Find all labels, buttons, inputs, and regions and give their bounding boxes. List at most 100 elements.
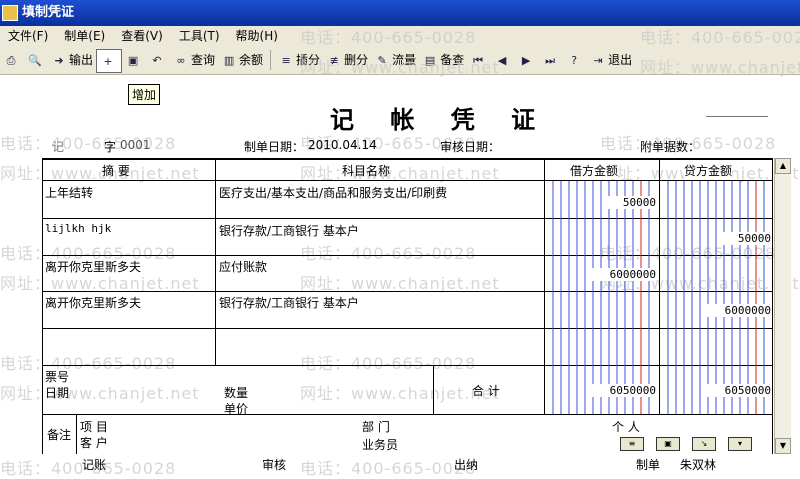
preview-icon: 🔍 (28, 53, 42, 67)
amount-digit-lines (552, 181, 765, 414)
print-button[interactable]: ⎙ (0, 49, 24, 71)
remark-card-button[interactable]: ▣ (656, 437, 680, 451)
menu-tools[interactable]: 工具(T) (171, 26, 228, 46)
binoculars-icon: ∞ (176, 53, 186, 67)
row-debit[interactable]: 6000000 (592, 268, 656, 281)
save-icon: ▣ (127, 53, 139, 67)
preview-button[interactable]: 🔍 (24, 49, 48, 71)
total-credit: 6050000 (707, 384, 771, 397)
balance-button[interactable]: ▥ 余额 (218, 49, 266, 71)
row-credit[interactable]: 50000 (717, 232, 771, 245)
voucher-number-field[interactable]: 0001 (120, 138, 151, 152)
row-account[interactable]: 银行存款/工商银行 基本户 (219, 222, 359, 239)
row-account[interactable]: 银行存款/工商银行 基本户 (219, 294, 359, 311)
remark-icon: ▤ (424, 53, 436, 67)
person-label: 个 人 (612, 420, 640, 434)
credit-header: 贷方金额 (684, 162, 733, 179)
prev-record-button[interactable]: ◀ (491, 49, 515, 71)
project-label: 项 目 (80, 420, 108, 434)
row-summary[interactable]: 离开你克里斯多夫 (45, 294, 141, 311)
remark-label: 备注 (47, 428, 72, 442)
menu-help[interactable]: 帮助(H) (228, 26, 286, 46)
flow-icon: ✎ (377, 53, 387, 67)
customer-label: 客 户 (80, 436, 108, 450)
first-record-button[interactable]: ⏮ (467, 49, 491, 71)
row-summary[interactable]: lijlkh hjk (45, 222, 111, 235)
row-account[interactable]: 应付账款 (219, 258, 267, 275)
date-field[interactable]: 2010.04.14 (308, 138, 377, 152)
ticket-no-label: 票号 (45, 370, 70, 384)
query-label: 查询 (191, 53, 216, 67)
audit-label: 审核 (262, 458, 287, 472)
insert-entry-button[interactable]: ≡ 插分 (275, 49, 323, 71)
remark-label: 备查 (440, 53, 465, 67)
bookkeeping-label: 记账 (82, 458, 107, 472)
row-summary[interactable]: 上年结转 (45, 184, 93, 201)
query-button[interactable]: ∞ 查询 (170, 49, 218, 71)
add-button[interactable]: + (96, 49, 123, 73)
delete-label: 删分 (344, 53, 369, 67)
total-label: 合 计 (472, 384, 500, 398)
flow-label: 流量 (392, 53, 417, 67)
voucher-number-label: 字 (104, 140, 117, 154)
row-account[interactable]: 医疗支出/基本支出/商品和服务支出/印刷费 (219, 184, 447, 201)
add-icon: + (103, 54, 113, 68)
first-icon: ⏮ (473, 53, 484, 67)
window-title: 填制凭证 (22, 5, 75, 20)
menu-file[interactable]: 文件(F) (0, 26, 56, 46)
chevron-down-icon: ▾ (737, 439, 742, 448)
remark-more-button[interactable]: ▾ (728, 437, 752, 451)
date-label: 制单日期： (244, 140, 305, 154)
scroll-up-button[interactable]: ▲ (775, 158, 791, 174)
title-rule (706, 116, 768, 117)
save-button[interactable]: ▣ (122, 49, 146, 71)
undo-button[interactable]: ↶ (146, 49, 170, 71)
cashier-label: 出纳 (454, 458, 479, 472)
next-icon: ▶ (521, 53, 531, 67)
debit-header: 借方金额 (570, 162, 619, 179)
note-icon: ≡ (628, 439, 636, 448)
quantity-label: 数量 (224, 386, 249, 400)
row-debit[interactable]: 50000 (602, 196, 656, 209)
output-label: 输出 (69, 53, 94, 67)
menu-make[interactable]: 制单(E) (56, 26, 113, 46)
printer-icon: ⎙ (6, 53, 16, 67)
next-record-button[interactable]: ▶ (515, 49, 539, 71)
flow-button[interactable]: ✎ 流量 (371, 49, 419, 71)
exit-button[interactable]: ⇥ 退出 (587, 49, 635, 71)
help-icon: ? (571, 53, 578, 67)
toolbar-separator (270, 50, 272, 70)
row-summary[interactable]: 离开你克里斯多夫 (45, 258, 141, 275)
ticket-date-label: 日期 (45, 386, 70, 400)
account-header: 科目名称 (342, 164, 391, 178)
exit-icon: ⇥ (593, 53, 603, 67)
row-credit[interactable]: 6000000 (707, 304, 771, 317)
unit-price-label: 单价 (224, 402, 249, 416)
department-label: 部 门 (362, 420, 390, 434)
voucher-grid: 摘 要 科目名称 借方金额 贷方金额 上年结转 医疗支出/基本支出/商品和服务支… (42, 158, 773, 454)
add-tooltip: 增加 (128, 84, 161, 105)
scroll-down-button[interactable]: ▼ (775, 438, 791, 454)
remark-link-button[interactable]: ↘ (692, 437, 716, 451)
voucher-title: 记 帐 凭 证 (330, 105, 550, 134)
maker-label: 制单 (636, 458, 661, 472)
last-icon: ⏭ (545, 53, 556, 67)
last-record-button[interactable]: ⏭ (539, 49, 563, 71)
exit-label: 退出 (608, 53, 633, 67)
balance-label: 余额 (239, 53, 264, 67)
window-titlebar: 填制凭证 (0, 0, 800, 26)
remark-button[interactable]: ▤ 备查 (419, 49, 467, 71)
undo-icon: ↶ (152, 53, 162, 67)
vertical-scrollbar[interactable]: ▲ ▼ (774, 158, 791, 454)
arrow-up-icon: ▲ (779, 161, 787, 170)
salesman-label: 业务员 (362, 438, 399, 452)
prev-icon: ◀ (497, 53, 507, 67)
voucher-type-field[interactable]: 记 (52, 138, 64, 155)
menu-view[interactable]: 查看(V) (113, 26, 171, 46)
menu-bar: 文件(F) 制单(E) 查看(V) 工具(T) 帮助(H) (0, 26, 800, 46)
remark-edit-button[interactable]: ≡ (620, 437, 644, 451)
delete-entry-button[interactable]: ≢ 删分 (323, 49, 371, 71)
summary-header: 摘 要 (102, 164, 130, 178)
help-button[interactable]: ? (563, 49, 587, 71)
output-button[interactable]: ➜ 输出 (48, 49, 96, 71)
